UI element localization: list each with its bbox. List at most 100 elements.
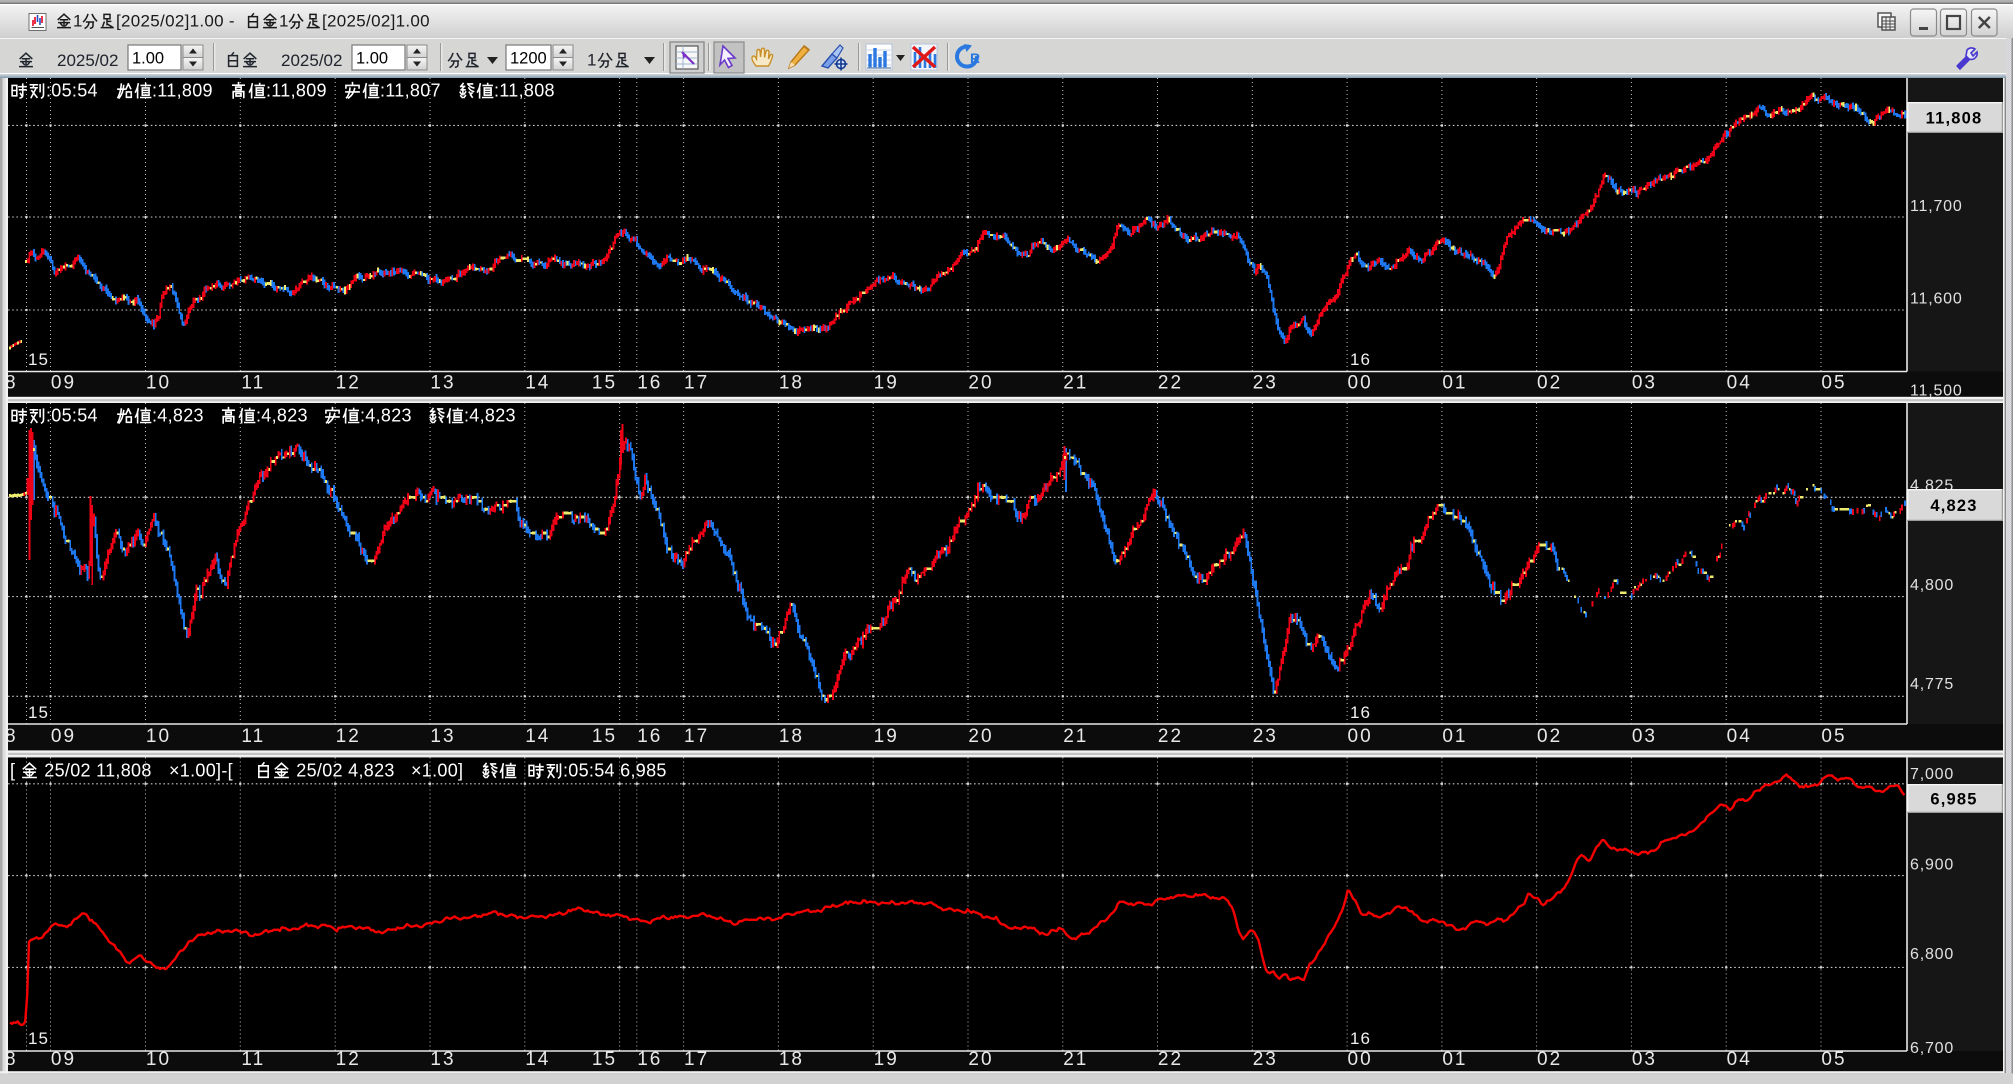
- svg-text::4,823: :4,823: [360, 406, 412, 426]
- svg-text:25/02 11,808: 25/02 11,808: [39, 761, 152, 781]
- svg-text:13: 13: [430, 373, 455, 394]
- svg-text:02: 02: [1537, 373, 1562, 394]
- svg-text:10: 10: [146, 726, 171, 747]
- svg-text:1: 1: [279, 12, 289, 31]
- svg-text::05:54: :05:54: [46, 81, 98, 101]
- svg-text::11,809: :11,809: [152, 81, 213, 101]
- svg-text:11: 11: [241, 726, 265, 747]
- svg-text::11,809: :11,809: [266, 81, 327, 101]
- svg-text:2025/02: 2025/02: [57, 51, 118, 70]
- svg-text:19: 19: [874, 726, 899, 747]
- svg-text:15: 15: [592, 1049, 617, 1070]
- svg-text:17: 17: [684, 373, 709, 394]
- svg-text:21: 21: [1063, 373, 1088, 394]
- svg-text:09: 09: [51, 373, 76, 394]
- svg-text:1200: 1200: [510, 50, 547, 68]
- svg-text:16: 16: [1350, 703, 1371, 722]
- svg-text:00: 00: [1348, 726, 1373, 747]
- svg-text:05: 05: [1821, 1049, 1846, 1070]
- svg-text:[: [: [10, 761, 15, 781]
- svg-text:01: 01: [1442, 373, 1467, 394]
- svg-text:11: 11: [241, 373, 265, 394]
- svg-text:16: 16: [637, 1049, 662, 1070]
- svg-text:11: 11: [241, 1049, 265, 1070]
- svg-text:17: 17: [684, 726, 709, 747]
- svg-text:7,000: 7,000: [1910, 766, 1954, 783]
- svg-text:15: 15: [592, 373, 617, 394]
- svg-text:20: 20: [968, 373, 993, 394]
- svg-text:14: 14: [525, 373, 550, 394]
- svg-text:16: 16: [637, 726, 662, 747]
- svg-text:4,823: 4,823: [1930, 497, 1977, 515]
- svg-text:21: 21: [1063, 726, 1088, 747]
- svg-text:00: 00: [1348, 1049, 1373, 1070]
- svg-text:22: 22: [1158, 373, 1183, 394]
- svg-text:10: 10: [146, 1049, 171, 1070]
- svg-text:R: R: [970, 50, 980, 66]
- svg-text:23: 23: [1253, 1049, 1278, 1070]
- svg-text:04: 04: [1727, 1049, 1752, 1070]
- svg-text:04: 04: [1727, 726, 1752, 747]
- svg-text:12: 12: [336, 726, 361, 747]
- svg-text:21: 21: [1063, 1049, 1088, 1070]
- svg-text:19: 19: [874, 373, 899, 394]
- svg-text:12: 12: [336, 373, 361, 394]
- svg-text:×1.00]: ×1.00]: [411, 761, 463, 781]
- svg-text:14: 14: [525, 726, 550, 747]
- svg-text:03: 03: [1632, 373, 1657, 394]
- svg-text:16: 16: [1350, 350, 1371, 369]
- svg-text:09: 09: [51, 726, 76, 747]
- svg-text:18: 18: [779, 373, 804, 394]
- svg-text:2025/02: 2025/02: [281, 51, 342, 70]
- svg-text:13: 13: [430, 726, 455, 747]
- svg-text:11,808: 11,808: [1926, 110, 1983, 128]
- svg-text:15: 15: [592, 726, 617, 747]
- svg-text:13: 13: [430, 1049, 455, 1070]
- svg-text:15: 15: [28, 703, 49, 722]
- svg-text:20: 20: [968, 1049, 993, 1070]
- svg-text:17: 17: [684, 1049, 709, 1070]
- svg-text:22: 22: [1158, 1049, 1183, 1070]
- svg-text:1.00: 1.00: [132, 50, 164, 68]
- svg-text:05: 05: [1821, 726, 1846, 747]
- svg-text::05:54: :05:54: [46, 406, 98, 426]
- svg-text::4,823: :4,823: [256, 406, 308, 426]
- svg-text::11,808: :11,808: [494, 81, 555, 101]
- svg-text:6,700: 6,700: [1910, 1040, 1954, 1057]
- svg-text:[2025/02]1.00: [2025/02]1.00: [322, 12, 430, 31]
- svg-text:10: 10: [146, 373, 171, 394]
- svg-text:01: 01: [1442, 1049, 1467, 1070]
- svg-text:11,700: 11,700: [1910, 198, 1963, 215]
- svg-text:16: 16: [637, 373, 662, 394]
- svg-text::05:54 6,985: :05:54 6,985: [563, 761, 667, 781]
- svg-text:02: 02: [1537, 726, 1562, 747]
- svg-text:14: 14: [525, 1049, 550, 1070]
- svg-text:00: 00: [1348, 373, 1373, 394]
- svg-text:6,800: 6,800: [1910, 946, 1954, 963]
- svg-text:×1.00]-[: ×1.00]-[: [169, 761, 233, 781]
- svg-text::4,823: :4,823: [464, 406, 516, 426]
- svg-text:04: 04: [1727, 373, 1752, 394]
- svg-text:20: 20: [968, 726, 993, 747]
- svg-text:05: 05: [1821, 373, 1846, 394]
- svg-text:19: 19: [874, 1049, 899, 1070]
- svg-text:[2025/02]1.00 -: [2025/02]1.00 -: [116, 12, 235, 31]
- svg-text:12: 12: [336, 1049, 361, 1070]
- svg-text:1: 1: [587, 51, 597, 70]
- svg-text:25/02 4,823: 25/02 4,823: [291, 761, 395, 781]
- svg-text:09: 09: [51, 1049, 76, 1070]
- svg-text:15: 15: [28, 1029, 49, 1048]
- svg-text:18: 18: [779, 726, 804, 747]
- svg-text:1: 1: [73, 12, 83, 31]
- svg-text:11,600: 11,600: [1910, 291, 1963, 308]
- svg-text:1.00: 1.00: [356, 50, 388, 68]
- svg-text:4,800: 4,800: [1910, 577, 1954, 594]
- svg-text:22: 22: [1158, 726, 1183, 747]
- svg-text:02: 02: [1537, 1049, 1562, 1070]
- svg-text:4,775: 4,775: [1910, 676, 1954, 693]
- svg-text:03: 03: [1632, 726, 1657, 747]
- svg-text:16: 16: [1350, 1029, 1371, 1048]
- svg-text:01: 01: [1442, 726, 1467, 747]
- svg-text:6,900: 6,900: [1910, 857, 1954, 874]
- svg-text:03: 03: [1632, 1049, 1657, 1070]
